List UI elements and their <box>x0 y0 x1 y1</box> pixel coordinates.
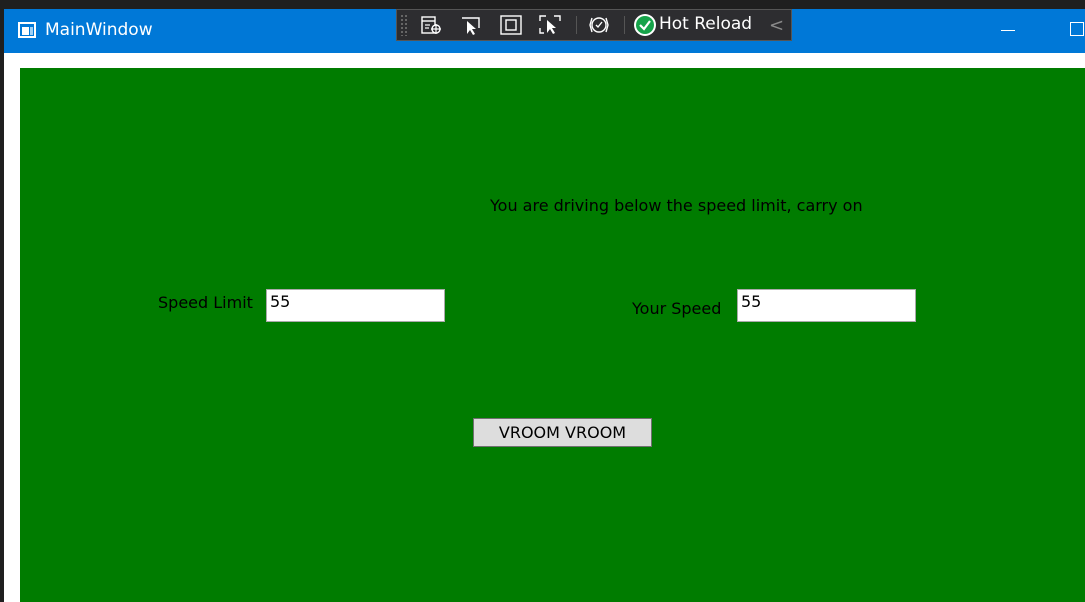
speed-limit-label: Speed Limit <box>158 293 253 312</box>
client-area: You are driving below the speed limit, c… <box>20 68 1085 602</box>
toolbar-grip[interactable] <box>400 14 408 36</box>
top-strip <box>0 0 1085 9</box>
hot-reload-button[interactable]: Hot Reload <box>659 14 752 34</box>
speed-limit-input[interactable]: 55 <box>266 289 445 322</box>
your-speed-input[interactable]: 55 <box>737 289 916 322</box>
your-speed-label: Your Speed <box>632 299 722 318</box>
minimize-icon <box>1001 30 1015 31</box>
app-window-icon <box>18 22 36 38</box>
collapse-toolbar-icon[interactable]: < <box>769 15 784 36</box>
maximize-button[interactable] <box>1054 9 1085 53</box>
hot-reload-toolbar: Hot Reload < <box>396 9 792 41</box>
hot-reload-ok-icon[interactable] <box>634 14 656 36</box>
vroom-button[interactable]: VROOM VROOM <box>473 418 652 447</box>
live-visual-tree-icon[interactable] <box>419 14 443 36</box>
select-element-icon[interactable] <box>459 14 483 36</box>
track-focus-icon[interactable] <box>538 14 562 36</box>
toolbar-separator <box>576 16 577 34</box>
minimize-button[interactable] <box>992 9 1038 53</box>
display-adorners-icon[interactable] <box>499 14 523 36</box>
status-message: You are driving below the speed limit, c… <box>490 196 863 215</box>
window-title: MainWindow <box>45 20 153 40</box>
xaml-binding-icon[interactable] <box>587 14 611 36</box>
maximize-icon <box>1070 22 1084 36</box>
main-window: MainWindow You are driving below the spe… <box>4 9 1085 602</box>
toolbar-separator <box>624 16 625 34</box>
